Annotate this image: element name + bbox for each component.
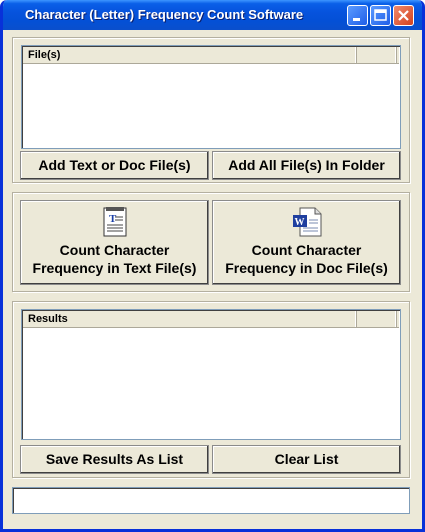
add-text-or-doc-files-label: Add Text or Doc File(s) xyxy=(38,157,191,173)
add-all-files-in-folder-button[interactable]: Add All File(s) In Folder xyxy=(212,151,401,180)
count-text-files-button[interactable]: T Count Character Frequency in Text File… xyxy=(20,200,209,285)
status-bar xyxy=(12,487,410,514)
count-doc-files-label-line1: Count Character xyxy=(251,242,362,258)
count-doc-files-button[interactable]: W Count Character Frequency in Doc File(… xyxy=(212,200,401,285)
save-results-as-list-label: Save Results As List xyxy=(45,451,184,467)
files-column-header[interactable]: File(s) xyxy=(23,47,357,63)
results-list-header: Results xyxy=(23,311,399,328)
count-text-files-label-line1: Count Character xyxy=(59,242,170,258)
svg-text:W: W xyxy=(294,217,304,228)
maximize-button[interactable] xyxy=(370,5,391,26)
minimize-button[interactable] xyxy=(347,5,368,26)
text-document-icon: T xyxy=(103,207,126,237)
results-list[interactable]: Results xyxy=(21,309,401,440)
title-bar[interactable]: Character (Letter) Frequency Count Softw… xyxy=(3,0,422,30)
status-text xyxy=(13,494,17,506)
count-doc-files-label-line2: Frequency in Doc File(s) xyxy=(225,260,388,276)
maximize-icon xyxy=(374,9,387,21)
save-results-as-list-button[interactable]: Save Results As List xyxy=(20,445,209,474)
add-text-or-doc-files-button[interactable]: Add Text or Doc File(s) xyxy=(20,151,209,180)
main-window: Character (Letter) Frequency Count Softw… xyxy=(0,0,425,532)
results-column-header[interactable]: Results xyxy=(23,311,357,327)
files-list[interactable]: File(s) xyxy=(21,45,401,149)
results-extra-column-header[interactable] xyxy=(357,311,397,327)
close-button[interactable] xyxy=(393,5,414,26)
add-all-files-in-folder-label: Add All File(s) In Folder xyxy=(228,157,385,173)
files-extra-column-header[interactable] xyxy=(357,47,397,63)
minimize-icon xyxy=(353,18,360,21)
word-document-icon: W xyxy=(292,207,321,237)
window-title: Character (Letter) Frequency Count Softw… xyxy=(25,7,304,22)
count-text-files-label-line2: Frequency in Text File(s) xyxy=(32,260,197,276)
clear-list-button[interactable]: Clear List xyxy=(212,445,401,474)
svg-text:T: T xyxy=(109,213,117,225)
clear-list-label: Clear List xyxy=(274,451,339,467)
close-icon xyxy=(398,10,409,21)
files-list-header: File(s) xyxy=(23,47,399,64)
